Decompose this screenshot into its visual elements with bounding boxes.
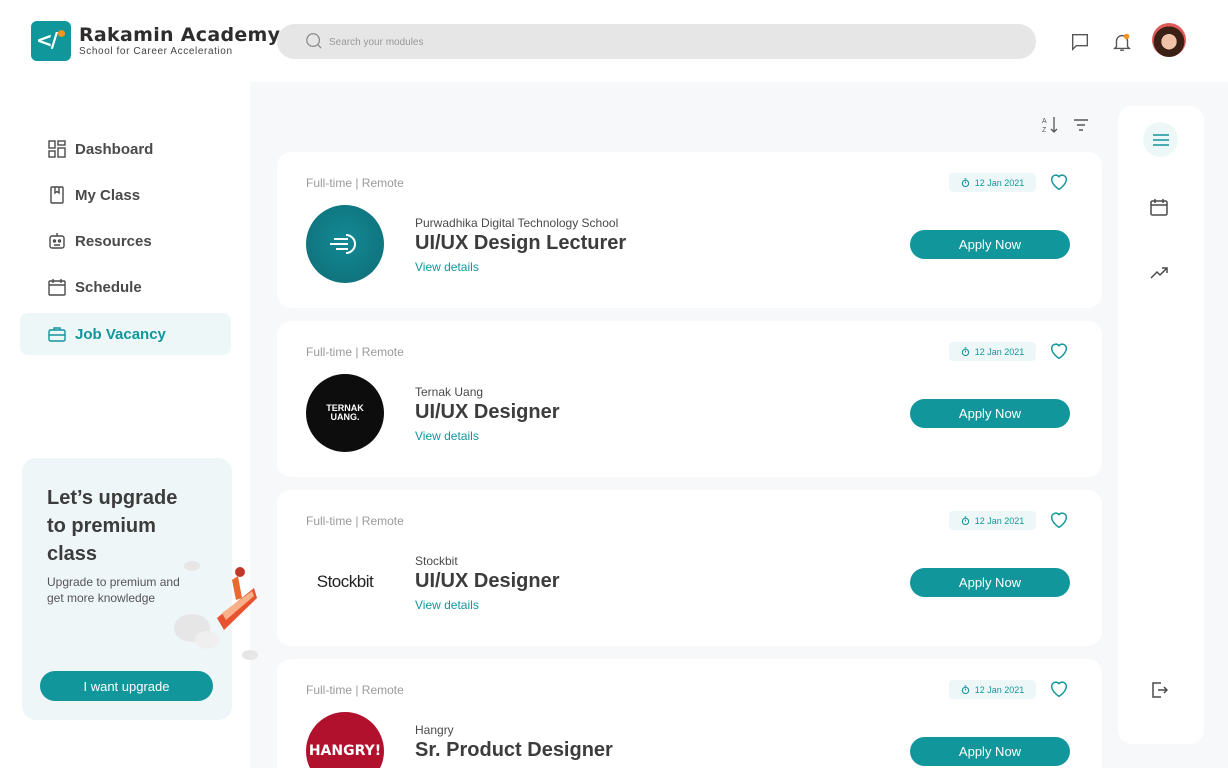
job-card: Full-time | Remote 12 Jan 2021 TERNAK UA… <box>277 321 1102 477</box>
company-logo: TERNAK UANG. <box>306 374 384 452</box>
posted-date: 12 Jan 2021 <box>974 177 1025 188</box>
rocket-illustration-icon <box>174 561 258 660</box>
timer-icon <box>961 178 969 187</box>
sidebar-item-schedule[interactable]: Schedule <box>20 266 231 308</box>
job-title: UI/UX Designer <box>415 570 560 592</box>
brand-title: Rakamin Academy <box>79 24 281 46</box>
timer-icon <box>961 685 969 694</box>
apply-now-button[interactable]: Apply Now <box>910 568 1070 597</box>
posted-date-badge: 12 Jan 2021 <box>949 511 1036 530</box>
calendar-icon[interactable] <box>1147 195 1171 219</box>
right-rail <box>1118 106 1204 744</box>
search-icon <box>306 33 322 49</box>
sidebar-item-dashboard[interactable]: Dashboard <box>20 128 231 170</box>
sidebar-item-resources[interactable]: Resources <box>20 220 231 262</box>
upgrade-button[interactable]: I want upgrade <box>40 671 213 701</box>
robot-icon <box>47 231 67 251</box>
user-avatar[interactable] <box>1152 23 1186 57</box>
trending-up-icon[interactable] <box>1147 261 1171 285</box>
svg-text:A: A <box>1042 118 1047 125</box>
posted-date-badge: 12 Jan 2021 <box>949 680 1036 699</box>
sidebar-item-label: My Class <box>75 186 141 204</box>
timer-icon <box>961 347 969 356</box>
job-card: Full-time | Remote 12 Jan 2021 HANGRY! H… <box>277 659 1102 768</box>
logo-dot <box>58 30 65 37</box>
purwadhika-logo-icon <box>330 234 356 254</box>
job-card: Full-time | Remote 12 Jan 2021 Stockbit … <box>277 490 1102 646</box>
view-details-link[interactable]: View details <box>415 260 479 274</box>
logout-icon[interactable] <box>1147 678 1171 702</box>
job-title: UI/UX Designer <box>415 401 560 423</box>
code-brackets-icon: </ <box>36 28 58 52</box>
company-name: Ternak Uang <box>415 385 484 399</box>
company-logo: Stockbit <box>306 543 384 621</box>
chat-icon[interactable] <box>1069 31 1091 53</box>
company-name: Purwadhika Digital Technology School <box>415 216 619 230</box>
view-details-link[interactable]: View details <box>415 429 479 443</box>
company-logo-text: HANGRY! <box>308 743 382 759</box>
upgrade-promo-card: Let’s upgrade to premium class Upgrade t… <box>22 458 258 720</box>
posted-date-badge: 12 Jan 2021 <box>949 342 1036 361</box>
job-title: UI/UX Design Lecturer <box>415 232 627 254</box>
rakamin-logo[interactable]: </ <box>31 21 71 61</box>
company-name: Hangry <box>415 723 454 737</box>
job-title: Sr. Product Designer <box>415 739 613 761</box>
company-logo: HANGRY! <box>306 712 384 768</box>
favorite-heart-icon[interactable] <box>1048 340 1070 362</box>
search-bar[interactable] <box>277 24 1036 59</box>
favorite-heart-icon[interactable] <box>1048 509 1070 531</box>
book-icon <box>47 185 67 205</box>
favorite-heart-icon[interactable] <box>1048 171 1070 193</box>
company-logo-text: Stockbit <box>316 572 374 591</box>
view-details-link[interactable]: View details <box>415 598 479 612</box>
filter-icon[interactable] <box>1071 115 1091 135</box>
posted-date-badge: 12 Jan 2021 <box>949 173 1036 192</box>
grid-icon <box>47 139 67 159</box>
company-logo-text: TERNAK UANG. <box>326 403 364 422</box>
sort-az-icon[interactable]: A Z <box>1040 115 1060 135</box>
job-type: Full-time | Remote <box>306 176 404 190</box>
company-name: Stockbit <box>415 554 458 568</box>
job-card: Full-time | Remote 12 Jan 2021 Purwadhik… <box>277 152 1102 308</box>
apply-now-button[interactable]: Apply Now <box>910 230 1070 259</box>
favorite-heart-icon[interactable] <box>1048 678 1070 700</box>
sidebar-item-job-vacancy[interactable]: Job Vacancy <box>20 313 231 355</box>
sidebar-item-label: Schedule <box>75 278 142 296</box>
top-header: </ Rakamin Academy School for Career Acc… <box>0 0 1228 82</box>
upgrade-title: Let’s upgrade to premium class <box>47 487 178 565</box>
brand-subtitle: School for Career Acceleration <box>79 46 233 57</box>
calendar-icon <box>47 277 67 297</box>
menu-icon[interactable] <box>1143 122 1178 157</box>
timer-icon <box>961 516 969 525</box>
sidebar-item-label: Dashboard <box>75 140 154 158</box>
search-input[interactable] <box>329 32 929 52</box>
job-type: Full-time | Remote <box>306 683 404 697</box>
job-type: Full-time | Remote <box>306 345 404 359</box>
posted-date: 12 Jan 2021 <box>974 684 1025 695</box>
sidebar-item-my-class[interactable]: My Class <box>20 174 231 216</box>
posted-date: 12 Jan 2021 <box>974 515 1025 526</box>
posted-date: 12 Jan 2021 <box>974 346 1025 357</box>
company-logo <box>306 205 384 283</box>
briefcase-icon <box>47 324 67 344</box>
apply-now-button[interactable]: Apply Now <box>910 399 1070 428</box>
sidebar-item-label: Resources <box>75 232 152 250</box>
notification-bell-icon[interactable] <box>1111 31 1133 53</box>
apply-now-button[interactable]: Apply Now <box>910 737 1070 766</box>
job-type: Full-time | Remote <box>306 514 404 528</box>
sidebar: Dashboard My Class Resources Schedule Jo… <box>0 82 258 768</box>
svg-text:Z: Z <box>1042 127 1047 134</box>
sidebar-item-label: Job Vacancy <box>75 325 166 343</box>
